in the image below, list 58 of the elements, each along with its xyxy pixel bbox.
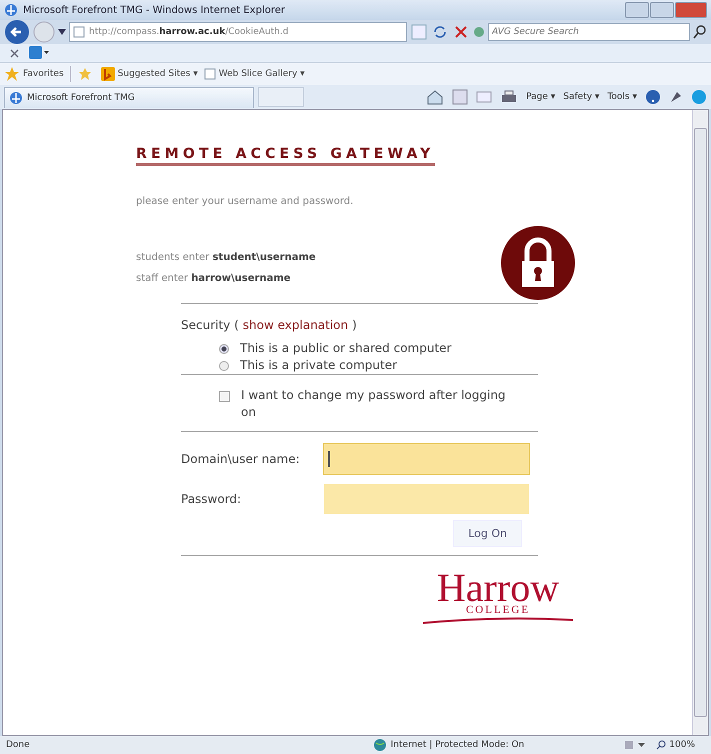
- help-icon[interactable]: [645, 89, 661, 105]
- field-label: Password:: [181, 492, 242, 506]
- window-title: Microsoft Forefront TMG - Windows Internet Explorer: [23, 4, 286, 16]
- swoosh-icon: [423, 616, 573, 624]
- security-label: Security (: [181, 318, 239, 332]
- page-icon: [73, 26, 85, 38]
- dropdown-icon[interactable]: [58, 29, 66, 35]
- command-menu[interactable]: Tools ▾: [607, 92, 637, 102]
- username-field[interactable]: [324, 444, 529, 474]
- close-button[interactable]: [675, 2, 707, 18]
- security-zone-icon[interactable]: [624, 739, 646, 751]
- zoom-button[interactable]: 100%: [656, 740, 695, 750]
- scrollbar[interactable]: [692, 110, 708, 735]
- zone-text: Internet | Protected Mode: On: [390, 740, 524, 750]
- back-button[interactable]: [4, 19, 30, 45]
- explanation-link[interactable]: show explanation: [242, 318, 348, 332]
- padlock-icon: [500, 225, 576, 301]
- log-on-button[interactable]: Log On: [453, 520, 522, 547]
- college-logo: Harrow COLLEGE: [423, 570, 573, 624]
- command-menu[interactable]: Page ▾: [526, 92, 556, 102]
- checkbox[interactable]: [219, 391, 230, 402]
- favorites-button[interactable]: Favorites: [4, 66, 64, 82]
- print-icon[interactable]: [500, 89, 518, 105]
- page-icon: [204, 68, 216, 80]
- page-heading: REMOTE ACCESS GATEWAY: [136, 146, 435, 166]
- minimize-button[interactable]: [625, 2, 649, 18]
- refresh-icon[interactable]: [431, 23, 449, 41]
- mail-icon[interactable]: [476, 90, 492, 104]
- radio-button[interactable]: [219, 344, 229, 354]
- paren-text: ): [352, 318, 357, 332]
- search-icon[interactable]: [693, 25, 707, 39]
- command-menu[interactable]: Safety ▾: [563, 92, 600, 102]
- status-text: Done: [6, 740, 31, 750]
- new-tab-button[interactable]: [258, 87, 304, 107]
- browser-tab[interactable]: Microsoft Forefront TMG: [4, 86, 254, 108]
- bing-icon: [100, 67, 115, 81]
- favorites-link[interactable]: Web Slice Gallery ▾: [204, 68, 305, 80]
- browser-icon: [9, 90, 23, 104]
- maximize-button[interactable]: [650, 2, 674, 18]
- favorites-link[interactable]: Suggested Sites ▾: [100, 67, 198, 81]
- radio-button[interactable]: [219, 361, 229, 371]
- field-label: Domain\user name:: [181, 452, 301, 466]
- address-bar[interactable]: http://compass.harrow.ac.uk/CookieAuth.d: [69, 22, 407, 42]
- hint-text: staff enter harrow\username: [136, 272, 292, 286]
- globe-icon: [372, 738, 387, 752]
- option-label: This is a private computer: [240, 357, 398, 374]
- close-icon[interactable]: [10, 48, 19, 58]
- toolbar-icon[interactable]: [29, 46, 49, 60]
- hint-text: students enter student\username: [136, 251, 317, 265]
- scroll-thumb[interactable]: [694, 128, 707, 717]
- star-icon: [4, 66, 20, 82]
- home-icon[interactable]: [426, 89, 444, 105]
- checkbox-label: I want to change my password after logging on: [241, 387, 506, 421]
- password-field[interactable]: [324, 484, 529, 514]
- magnifier-icon: [656, 740, 666, 750]
- browser-icon: [4, 3, 18, 17]
- instruction-text: please enter your username and password.: [136, 196, 354, 207]
- option-label: This is a public or shared computer: [240, 340, 452, 357]
